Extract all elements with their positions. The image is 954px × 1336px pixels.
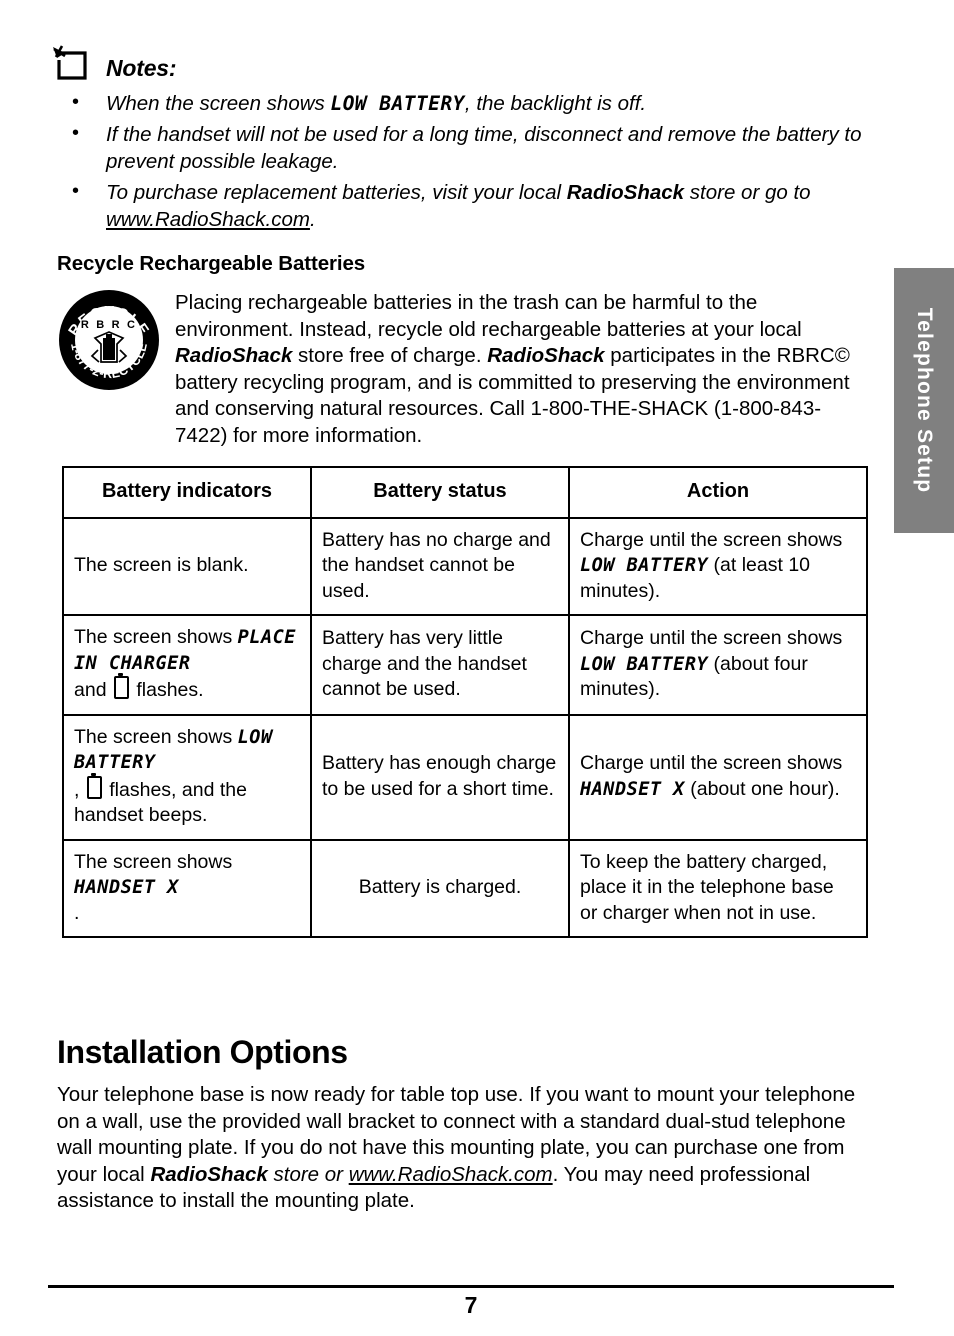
cell-battery-indicator: The screen is blank.	[62, 516, 312, 616]
column-header-action: Action	[568, 466, 868, 519]
page-content: Notes: When the screen shows LOW BATTERY…	[0, 0, 894, 1336]
notes-title: Notes:	[106, 55, 177, 81]
battery-status-table: Battery indicators Battery status Action…	[62, 466, 868, 938]
table-row: The screen shows HANDSET X. Battery is c…	[62, 838, 868, 938]
notes-header: Notes:	[48, 40, 870, 84]
notes-block: Notes: When the screen shows LOW BATTERY…	[48, 40, 870, 237]
installation-options-paragraph: Your telephone base is now ready for tab…	[57, 1083, 856, 1212]
cell-battery-indicator: The screen shows LOW BATTERY, flashes, a…	[62, 713, 312, 841]
table-header-row: Battery indicators Battery status Action	[62, 466, 868, 519]
note-item: When the screen shows LOW BATTERY, the b…	[48, 89, 870, 118]
recycle-section-heading: Recycle Rechargeable Batteries	[57, 252, 366, 275]
table-row: The screen shows LOW BATTERY, flashes, a…	[62, 713, 868, 841]
lcd-display-text: PLACE IN CHARGER	[74, 627, 296, 674]
page-number: 7	[464, 1292, 478, 1318]
cell-battery-indicator: The screen shows HANDSET X.	[62, 838, 312, 938]
lcd-display-text: LOW BATTERY	[580, 653, 709, 675]
website-url[interactable]: www.RadioShack.com	[106, 208, 310, 231]
lcd-display-text: LOW BATTERY	[74, 726, 273, 774]
column-header-battery-indicators: Battery indicators	[62, 466, 312, 519]
emphasis-text: store or	[267, 1162, 349, 1186]
rbrc-recycle-logo: RECYCLE 1-877-2-RECYCLE R B R C	[57, 288, 161, 392]
table-row: The screen is blank. Battery has no char…	[62, 516, 868, 616]
footer-divider	[48, 1285, 894, 1288]
brand-name: RadioShack	[487, 344, 605, 367]
cell-action: Charge until the screen shows LOW BATTER…	[568, 516, 868, 616]
cell-action: Charge until the screen shows LOW BATTER…	[568, 614, 868, 716]
website-url[interactable]: www.RadioShack.com	[349, 1163, 553, 1186]
notes-list: When the screen shows LOW BATTERY, the b…	[48, 89, 870, 234]
cell-battery-status: Battery has very little charge and the h…	[310, 614, 570, 716]
cell-battery-status: Battery has enough charge to be used for…	[310, 713, 570, 841]
brand-name: RadioShack	[175, 344, 293, 367]
side-tab-label: Telephone Setup	[913, 307, 936, 494]
cell-action: Charge until the screen shows HANDSET X …	[568, 713, 868, 841]
note-item: To purchase replacement batteries, visit…	[48, 178, 870, 234]
side-tab-telephone-setup: Telephone Setup	[894, 268, 954, 533]
table-row: The screen shows PLACE IN CHARGER and fla…	[62, 614, 868, 716]
cell-action: To keep the battery charged, place it in…	[568, 838, 868, 938]
lcd-display-text: HANDSET X	[580, 778, 685, 800]
brand-name: RadioShack	[566, 180, 685, 204]
svg-text:R B R C: R B R C	[81, 319, 137, 331]
battery-icon	[86, 772, 102, 799]
recycle-section: RECYCLE 1-877-2-RECYCLE R B R C Placing …	[57, 288, 869, 449]
cell-battery-status: Battery has no charge and the handset ca…	[310, 516, 570, 616]
lcd-display-text: LOW BATTERY	[330, 92, 465, 115]
lcd-display-text: HANDSET X	[74, 877, 179, 898]
installation-options-heading: Installation Options	[57, 1034, 348, 1070]
recycle-paragraph: Placing rechargeable batteries in the tr…	[175, 291, 850, 447]
note-item: If the handset will not be used for a lo…	[48, 120, 870, 176]
lcd-display-text: LOW BATTERY	[580, 555, 709, 576]
battery-icon	[113, 673, 129, 699]
column-header-battery-status: Battery status	[310, 466, 570, 519]
brand-name: RadioShack	[150, 1162, 268, 1186]
note-pushpin-icon	[48, 44, 92, 84]
cell-battery-indicator: The screen shows PLACE IN CHARGER and fla…	[62, 614, 312, 716]
cell-battery-status: Battery is charged.	[310, 838, 570, 938]
